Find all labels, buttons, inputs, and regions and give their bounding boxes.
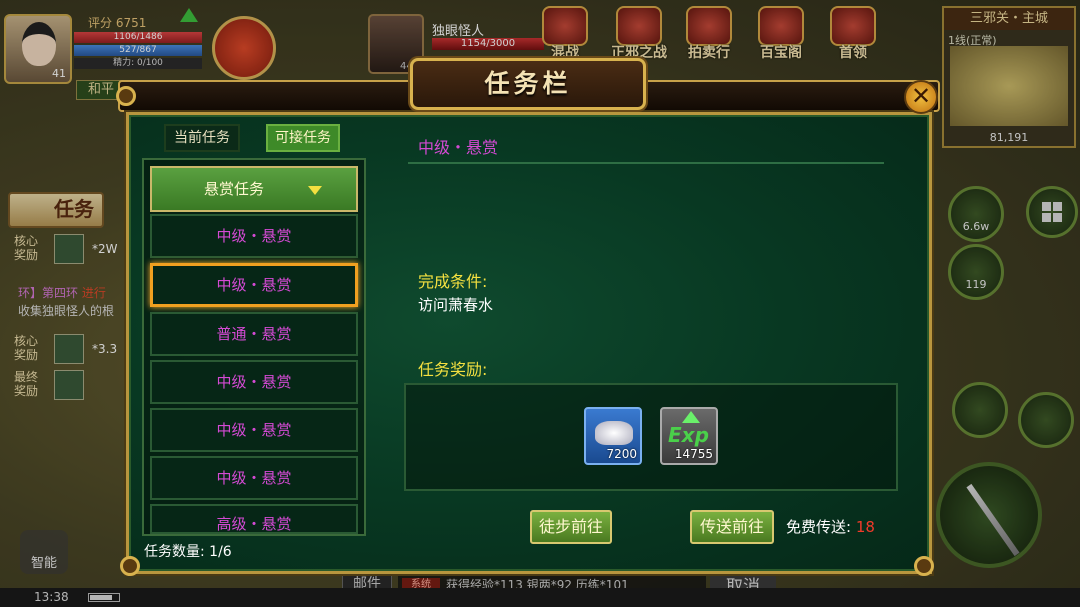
corner-ornament-icon <box>120 556 140 576</box>
tab-current-tasks[interactable]: 当前任务 <box>164 124 240 152</box>
free-teleport-count: 18 <box>855 518 875 536</box>
quest-category-header[interactable]: 悬赏任务 <box>150 166 358 212</box>
corner-ornament-icon <box>116 86 136 106</box>
quest-list-item[interactable]: 中级・悬赏 <box>150 360 358 404</box>
silver-ingot-icon <box>595 421 633 445</box>
condition-label: 完成条件: <box>418 272 488 291</box>
condition-text: 访问萧春水 <box>418 296 494 314</box>
exp-arrow-icon <box>682 411 700 423</box>
quest-list-item[interactable]: 中级・悬赏 <box>150 214 358 258</box>
quest-list-item[interactable]: 中级・悬赏 <box>150 456 358 500</box>
reward-label: 任务奖励: <box>418 360 488 379</box>
quest-count: 任务数量: 1/6 <box>144 544 232 560</box>
reward-silver[interactable]: 7200 <box>584 407 642 465</box>
reward-exp[interactable]: Exp 14755 <box>660 407 718 465</box>
free-teleport-info: 免费传送: 18 <box>786 518 875 536</box>
tab-available-tasks[interactable]: 可接任务 <box>266 124 340 152</box>
quest-list-item[interactable]: 中级・悬赏 <box>150 408 358 452</box>
close-button[interactable]: ✕ <box>904 80 938 114</box>
reward-box <box>404 383 898 491</box>
dialog-title: 任务栏 <box>410 58 646 110</box>
divider <box>408 162 884 164</box>
quest-list-item[interactable]: 高级・悬赏 <box>150 504 358 534</box>
exp-icon: Exp <box>668 423 709 447</box>
corner-ornament-icon <box>914 556 934 576</box>
chevron-down-icon <box>308 186 322 195</box>
quest-detail-title: 中级・悬赏 <box>418 138 499 157</box>
teleport-button[interactable]: 传送前往 <box>690 510 774 544</box>
walk-to-button[interactable]: 徒步前往 <box>530 510 612 544</box>
quest-list-item[interactable]: 普通・悬赏 <box>150 312 358 356</box>
quest-list-item-selected[interactable]: 中级・悬赏 <box>150 263 358 307</box>
